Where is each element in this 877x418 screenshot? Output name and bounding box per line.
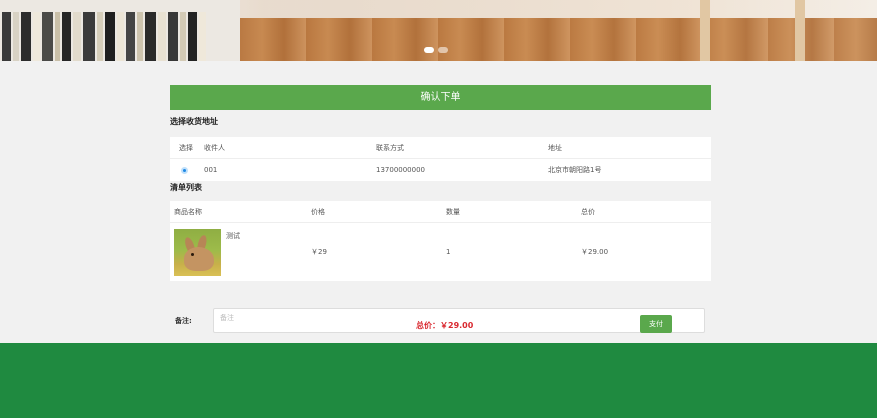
banner-bookshelf	[0, 0, 240, 61]
address-row[interactable]: 001 13700000000 北京市朝阳路1号	[170, 159, 711, 181]
goods-table: 商品名称 价格 数量 总价 测试 ￥29 1 ￥29.00	[170, 201, 711, 281]
header-quantity: 数量	[446, 207, 460, 216]
header-product-name: 商品名称	[174, 207, 202, 216]
header-recipient: 收件人	[204, 143, 225, 152]
footer	[0, 343, 877, 418]
carousel-dot[interactable]	[438, 47, 448, 53]
order-total: 总价：￥29.00	[416, 321, 474, 330]
pay-button[interactable]: 支付	[640, 315, 672, 333]
product-cell: 测试	[170, 228, 305, 276]
header-subtotal: 总价	[581, 207, 595, 216]
chair-leg-image	[700, 0, 710, 61]
main-content: 确认下单 选择收货地址 选择 收件人 联系方式 地址 001 137000000…	[0, 61, 877, 343]
address-table-header: 选择 收件人 联系方式 地址	[170, 137, 711, 159]
hero-banner	[0, 0, 877, 61]
goods-table-header: 商品名称 价格 数量 总价	[170, 201, 711, 223]
address-table: 选择 收件人 联系方式 地址 001 13700000000 北京市朝阳路1号	[170, 137, 711, 181]
chair-leg-image	[795, 0, 805, 61]
address-value: 北京市朝阳路1号	[548, 166, 602, 174]
recipient-value: 001	[204, 166, 218, 174]
carousel-dot-active[interactable]	[424, 47, 434, 53]
product-quantity: 1	[446, 248, 451, 256]
address-select-cell	[170, 166, 198, 174]
product-name[interactable]: 测试	[226, 231, 240, 241]
product-subtotal: ￥29.00	[581, 248, 609, 256]
header-price: 价格	[311, 207, 325, 216]
remark-label: 备注:	[175, 317, 192, 325]
product-image[interactable]	[174, 228, 221, 276]
banner-books	[0, 12, 230, 61]
banner-floor	[240, 18, 877, 61]
phone-value: 13700000000	[376, 166, 425, 174]
goods-section-title: 清单列表	[170, 183, 202, 192]
header-select: 选择	[179, 143, 193, 152]
address-section-title: 选择收货地址	[170, 117, 218, 126]
carousel-dots	[424, 47, 448, 53]
header-address: 地址	[548, 143, 562, 152]
header-contact: 联系方式	[376, 143, 404, 152]
product-price: ￥29	[311, 248, 327, 256]
goods-row: 测试 ￥29 1 ￥29.00	[170, 223, 711, 281]
confirm-order-header: 确认下单	[170, 85, 711, 110]
address-radio[interactable]	[181, 166, 188, 174]
order-container: 确认下单 选择收货地址 选择 收件人 联系方式 地址 001 137000000…	[170, 85, 711, 333]
